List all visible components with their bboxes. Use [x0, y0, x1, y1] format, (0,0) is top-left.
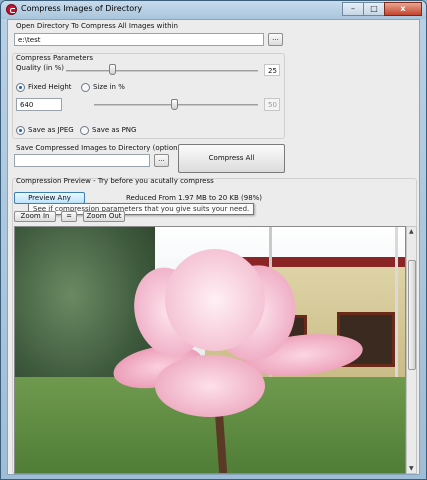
compression-preview-legend: Compression Preview - Try before you acu… [16, 177, 214, 185]
size-percent-radio[interactable] [81, 83, 90, 92]
open-directory-label: Open Directory To Compress All Images wi… [16, 22, 178, 30]
quality-label: Quality (in %) [16, 64, 64, 72]
save-png-radio[interactable] [80, 126, 89, 135]
title-bar[interactable]: Compress Images of Directory – □ x [1, 1, 426, 19]
client-area: Open Directory To Compress All Images wi… [7, 19, 420, 475]
save-directory-input[interactable] [14, 154, 150, 167]
quality-value[interactable]: 25 [264, 64, 280, 76]
close-button[interactable]: x [384, 2, 422, 16]
zoom-reset-button[interactable]: = [61, 211, 77, 222]
scroll-down-icon[interactable]: ▼ [409, 465, 414, 472]
height-input[interactable]: 640 [16, 98, 62, 111]
fixed-height-label: Fixed Height [28, 83, 72, 91]
minimize-button[interactable]: – [342, 2, 364, 16]
size-percent-value[interactable]: 50 [264, 98, 280, 111]
source-directory-input[interactable]: e:\test [14, 33, 264, 46]
app-icon [6, 4, 17, 15]
preview-image[interactable] [14, 226, 406, 474]
zoom-out-button[interactable]: Zoom Out [83, 211, 125, 222]
zoom-in-button[interactable]: Zoom In [14, 211, 56, 222]
reduced-size-text: Reduced From 1.97 MB to 20 KB (98%) [126, 194, 263, 202]
quality-slider[interactable] [109, 64, 117, 75]
size-percent-slider[interactable] [170, 99, 178, 110]
save-jpeg-label: Save as JPEG [28, 126, 74, 134]
image-rose-petal [165, 249, 265, 351]
save-directory-label: Save Compressed Images to Directory (opt… [16, 144, 187, 152]
image-rose-petal [155, 355, 265, 417]
scrollbar-thumb[interactable] [408, 260, 416, 370]
source-browse-button[interactable]: ... [268, 33, 283, 46]
save-jpeg-radio[interactable] [16, 126, 25, 135]
scroll-up-icon[interactable]: ▲ [409, 228, 414, 235]
maximize-button[interactable]: □ [363, 2, 385, 16]
fixed-height-radio[interactable] [16, 83, 25, 92]
size-percent-label: Size in % [93, 83, 125, 91]
app-window: Compress Images of Directory – □ x Open … [0, 0, 427, 480]
window-title: Compress Images of Directory [21, 4, 143, 13]
compress-all-button[interactable]: Compress All [178, 144, 285, 173]
save-png-label: Save as PNG [92, 126, 137, 134]
compress-parameters-legend: Compress Parameters [16, 54, 94, 62]
save-browse-button[interactable]: ... [154, 154, 169, 167]
preview-vertical-scrollbar[interactable]: ▲ ▼ [406, 226, 417, 474]
quality-slider-track [66, 70, 258, 72]
image-pole [395, 227, 398, 397]
